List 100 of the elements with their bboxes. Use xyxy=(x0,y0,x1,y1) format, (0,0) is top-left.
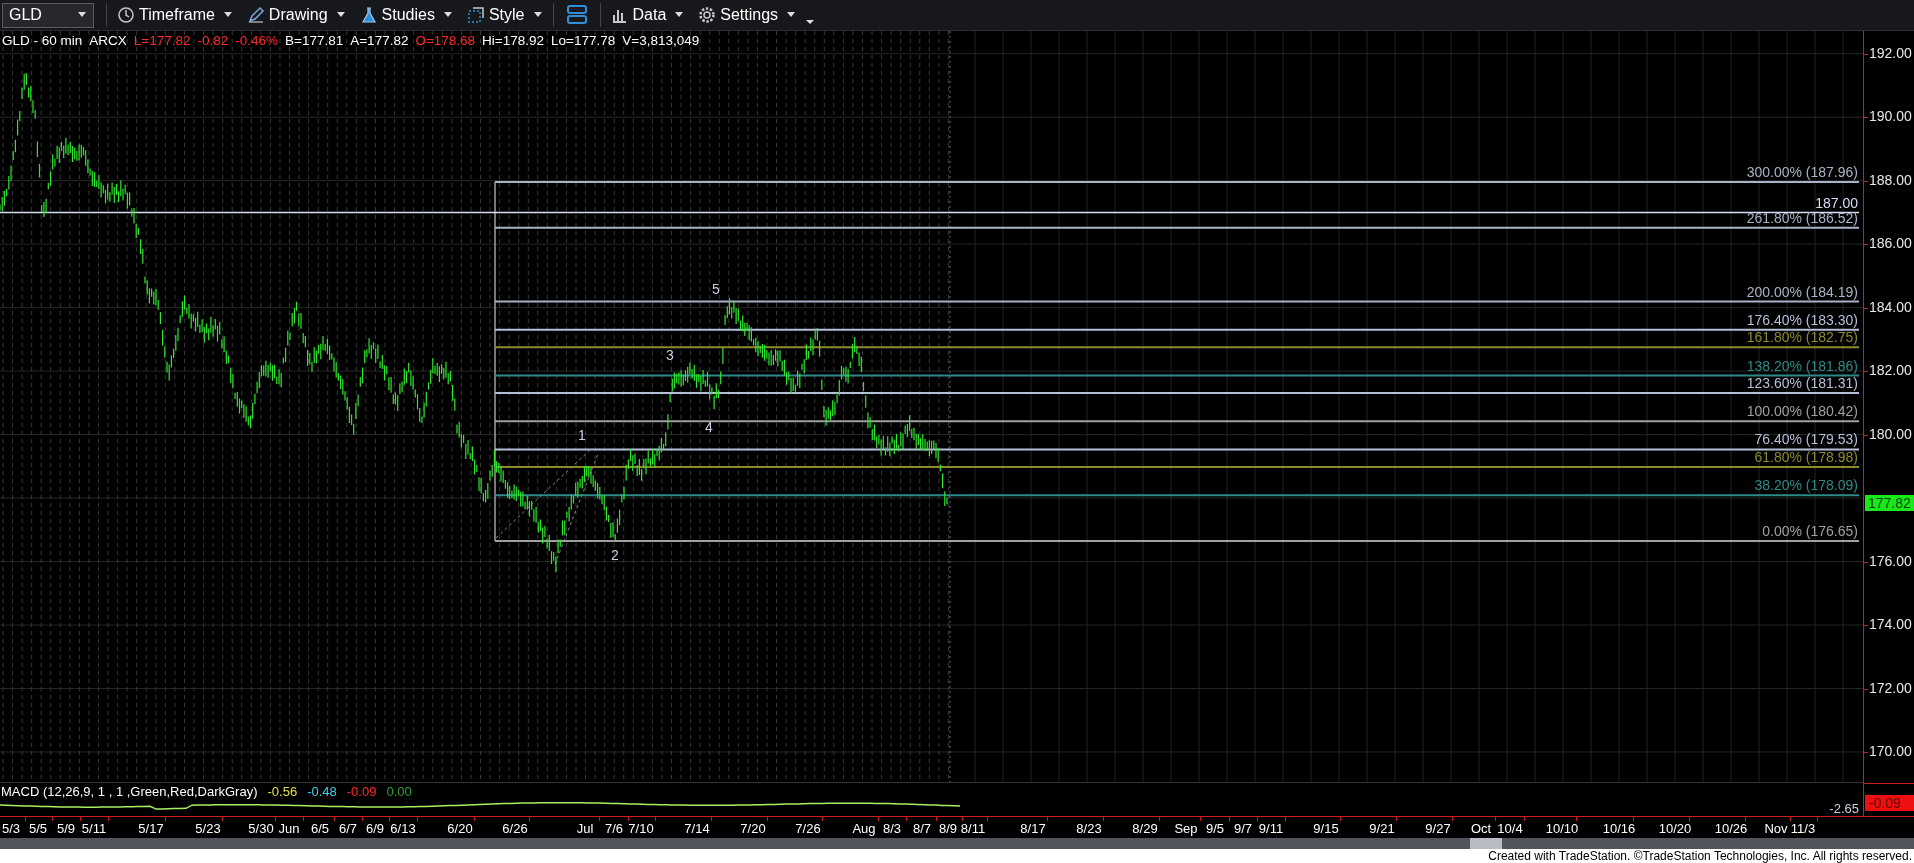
macd-label: -0.48 xyxy=(307,784,337,800)
macd-label: MACD (12,26,9, 1 , 1 ,Green,Red,DarkGray) xyxy=(1,784,258,800)
symbol-dropdown[interactable]: GLD xyxy=(2,2,94,28)
date-axis-label: 9/7 xyxy=(1233,821,1253,836)
date-axis-label: 10/4 xyxy=(1497,821,1523,836)
toolbar-menu[interactable]: Drawing xyxy=(242,6,350,24)
date-axis-label: 8/17 xyxy=(1020,821,1046,836)
clock-icon xyxy=(117,6,135,24)
date-axis-label: 5/17 xyxy=(138,821,164,836)
caret-icon xyxy=(222,12,233,18)
caret-icon xyxy=(786,12,797,18)
date-axis-label: 6/5 xyxy=(310,821,330,836)
quote-value: ARCX xyxy=(89,33,127,48)
fib-level-label: 100.00% (180.42) xyxy=(1746,403,1858,420)
toolbar-menu[interactable]: Settings xyxy=(694,6,801,24)
fib-level-label: 123.60% (181.31) xyxy=(1746,375,1858,391)
pencil-icon xyxy=(246,6,265,24)
date-axis-label: 7/10 xyxy=(628,821,654,836)
date-axis-label: Nov xyxy=(1764,821,1788,836)
date-axis-label: 7/14 xyxy=(684,821,710,836)
wave-label: 3 xyxy=(665,347,675,363)
macd-axis-label: -2.65 xyxy=(1829,801,1859,816)
quote-value: -0.46% xyxy=(235,33,279,48)
date-axis-label: 8/23 xyxy=(1076,821,1102,836)
wave-label: 4 xyxy=(704,419,714,435)
quote-value: -0.82 xyxy=(197,33,229,48)
date-axis-label: 6/9 xyxy=(365,821,385,836)
price-axis-label: 170.00 xyxy=(1869,742,1912,759)
date-axis-label: 10/16 xyxy=(1602,821,1636,836)
date-axis-label: Oct xyxy=(1470,821,1492,836)
fib-level-label: 0.00% (176.65) xyxy=(1762,522,1858,539)
price-axis-label: 184.00 xyxy=(1869,298,1912,315)
date-axis-label: 8/9 xyxy=(938,821,958,836)
date-axis-label: 9/21 xyxy=(1369,821,1395,836)
wave-label: 1 xyxy=(577,427,587,443)
date-axis-label: 10/10 xyxy=(1545,821,1579,836)
quote-value: O=178.68 xyxy=(415,33,476,48)
date-axis-label: Sep xyxy=(1174,821,1198,836)
scrollbar[interactable] xyxy=(0,838,1914,849)
macd-value-tag: -0.09 xyxy=(1865,795,1914,811)
price-axis-label: 172.00 xyxy=(1869,679,1912,696)
date-axis-label: 6/20 xyxy=(447,821,473,836)
date-axis-label: 11/3 xyxy=(1790,821,1816,836)
price-axis-label: 188.00 xyxy=(1869,171,1912,188)
copyright-text: Created with TradeStation. ©TradeStation Technologies, Inc. All rights reserved. xyxy=(0,849,1914,863)
date-axis-label: 5/9 xyxy=(56,821,76,836)
date-axis-label: 7/6 xyxy=(604,821,624,836)
date-axis-label: 10/20 xyxy=(1658,821,1692,836)
date-axis-label: Jun xyxy=(278,821,300,836)
price-axis-label: 182.00 xyxy=(1869,362,1912,379)
toolbar-menu[interactable]: Data xyxy=(606,6,689,24)
fib-level-label: 138.20% (181.86) xyxy=(1746,357,1858,374)
date-axis-label: 7/20 xyxy=(740,821,766,836)
quote-value: GLD - 60 min xyxy=(2,33,83,48)
date-axis-label: 6/13 xyxy=(390,821,416,836)
price-level-label: 187.00 xyxy=(1815,195,1858,212)
date-axis-label: 8/3 xyxy=(882,821,902,836)
settings-icon xyxy=(698,6,717,24)
last-price-tag: 177.82 xyxy=(1865,494,1914,511)
date-axis-label: 7/26 xyxy=(795,821,821,836)
date-axis-label: 8/7 xyxy=(912,821,932,836)
fib-level-label: 176.40% (183.30) xyxy=(1746,311,1858,328)
date-axis-label: Jul xyxy=(576,821,594,836)
price-axis-label: 192.00 xyxy=(1869,44,1912,61)
quote-value: L=177.82 xyxy=(133,33,191,48)
date-axis-label: 5/5 xyxy=(28,821,48,836)
date-axis-label: 5/3 xyxy=(1,821,21,836)
caret-icon xyxy=(335,12,346,18)
fib-level-label: 161.80% (182.75) xyxy=(1746,329,1858,346)
date-axis-label: 8/29 xyxy=(1132,821,1158,836)
caret-icon xyxy=(77,12,87,18)
flask-icon xyxy=(359,6,378,24)
quote-value: Hi=178.92 xyxy=(482,33,545,48)
price-axis-label: 176.00 xyxy=(1869,552,1912,569)
fib-level-label: 300.00% (187.96) xyxy=(1746,163,1858,180)
caret-icon xyxy=(674,12,685,18)
quote-value: Lo=177.78 xyxy=(551,33,616,48)
date-axis-label: 9/11 xyxy=(1258,821,1284,836)
toolbar-menu[interactable]: Studies xyxy=(355,6,457,24)
macd-label: -0.56 xyxy=(267,784,298,800)
quote-value: A=177.82 xyxy=(350,33,409,48)
date-axis-label: 8/11 xyxy=(960,821,986,836)
wave-label: 2 xyxy=(610,547,620,563)
macd-label: 0.00 xyxy=(386,784,412,800)
fib-level-label: 76.40% (179.53) xyxy=(1754,431,1858,448)
price-axis-label: 186.00 xyxy=(1869,235,1912,252)
fib-level-label: 61.80% (178.98) xyxy=(1754,448,1858,465)
price-axis-label: 180.00 xyxy=(1869,425,1912,442)
date-axis-label: 6/26 xyxy=(502,821,528,836)
scroll-thumb[interactable] xyxy=(1470,838,1502,849)
quote-value: V=3,813,049 xyxy=(622,33,700,48)
macd-label: -0.09 xyxy=(346,784,377,800)
toolbar-menu[interactable]: Timeframe xyxy=(113,6,237,24)
toolbar-menu[interactable]: Style xyxy=(462,6,547,24)
quote-value: B=177.81 xyxy=(285,33,344,48)
date-axis-label: Aug xyxy=(852,821,876,836)
caret-icon xyxy=(532,12,543,18)
date-axis-label: 5/11 xyxy=(81,821,107,836)
price-axis-label: 174.00 xyxy=(1869,616,1912,632)
fib-level-label: 261.80% (186.52) xyxy=(1746,209,1858,226)
